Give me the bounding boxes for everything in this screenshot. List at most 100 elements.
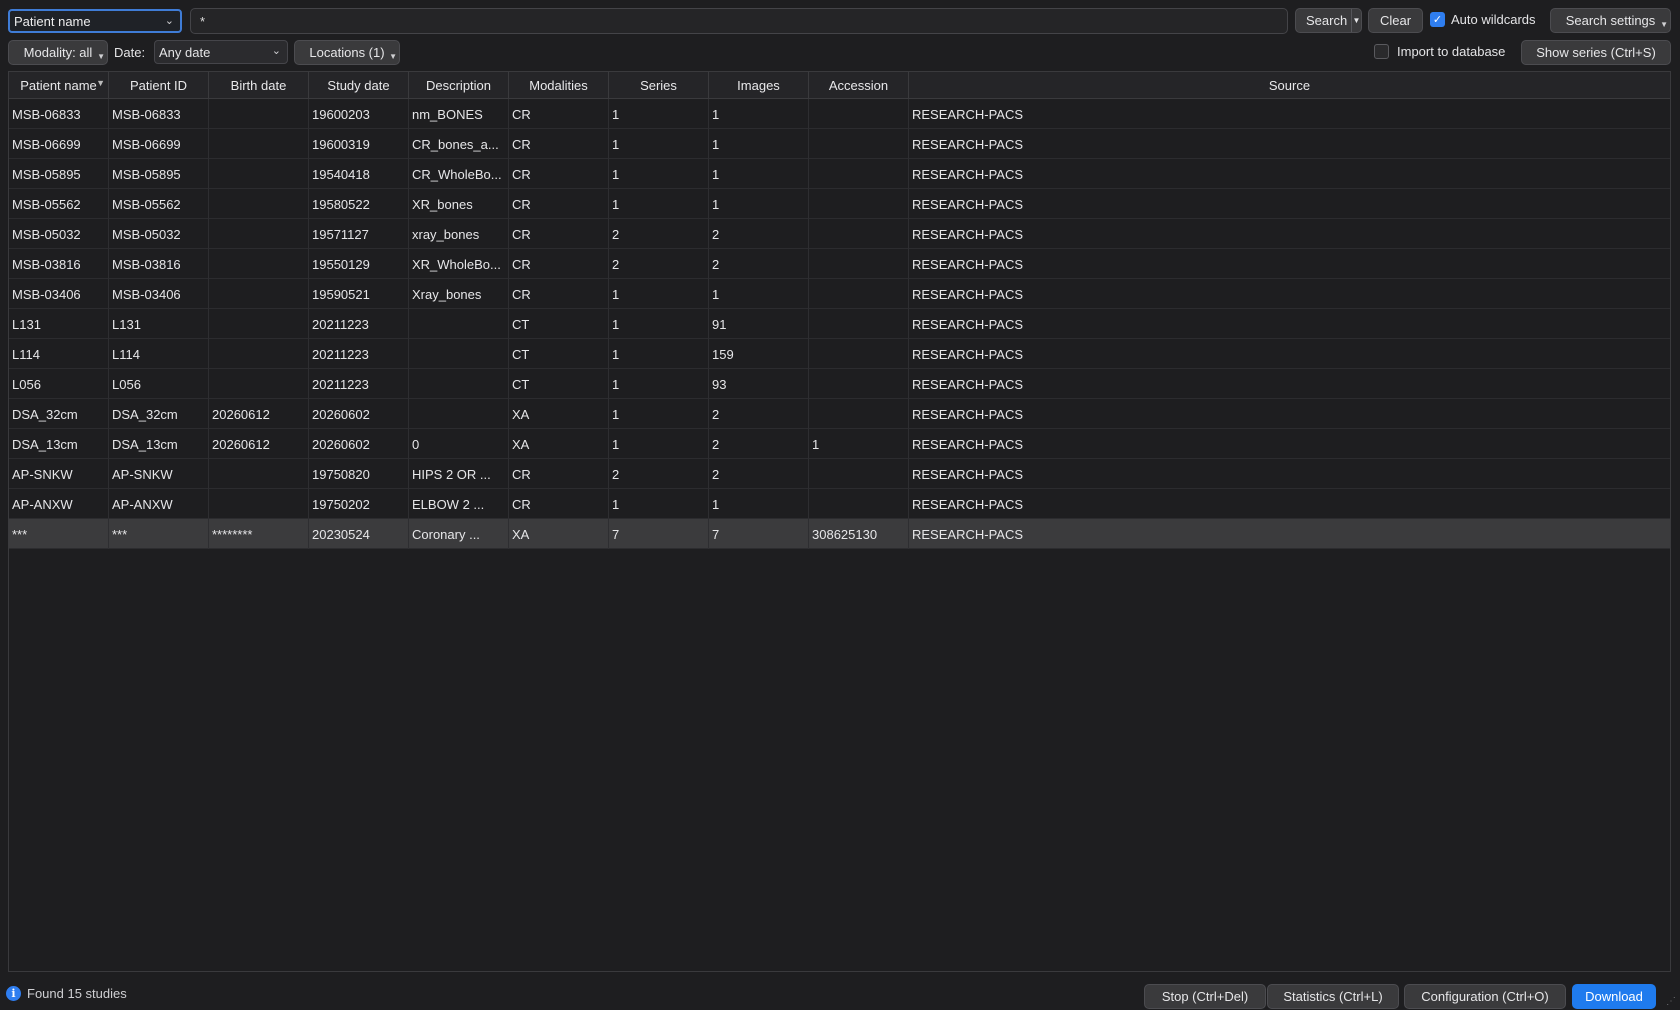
search-button[interactable]: Search ▼ <box>1295 8 1362 33</box>
cell-birth-date: 20260612 <box>209 429 309 459</box>
clear-button[interactable]: Clear <box>1368 8 1423 33</box>
cell-birth-date <box>209 459 309 489</box>
cell-series: 1 <box>609 99 709 129</box>
cell-modalities: CR <box>509 489 609 519</box>
search-field-select[interactable]: Patient name ⌄ <box>8 9 182 33</box>
cell-patient-id: AP-ANXW <box>109 489 209 519</box>
table-row[interactable]: *** *** ******** 20230524 Coronary ... XA 7 7 30… <box>9 519 1670 549</box>
status-message: Found 15 studies <box>27 986 127 1001</box>
table-row[interactable]: L056 L056 20211223 CT 1 93 RESEARCH-PACS <box>9 369 1670 399</box>
date-select[interactable]: Any date ⌄ <box>154 40 288 64</box>
cell-series: 1 <box>609 129 709 159</box>
table-row[interactable]: MSB-03406 MSB-03406 19590521 Xray_bones CR 1 1… <box>9 279 1670 309</box>
cell-accession <box>809 219 909 249</box>
cell-patient-name: MSB-06699 <box>9 129 109 159</box>
import-to-database-toggle[interactable]: Import to database <box>1374 44 1505 59</box>
table-row[interactable]: MSB-05895 MSB-05895 19540418 CR_WholeBo... C… <box>9 159 1670 189</box>
cell-patient-id: MSB-03406 <box>109 279 209 309</box>
column-header-series[interactable]: Series <box>609 72 709 99</box>
table-row[interactable]: L114 L114 20211223 CT 1 159 RESEARCH-PACS <box>9 339 1670 369</box>
cell-modalities: XA <box>509 399 609 429</box>
statistics-button[interactable]: Statistics (Ctrl+L) <box>1267 984 1399 1009</box>
cell-study-date: 20230524 <box>309 519 409 549</box>
configuration-button[interactable]: Configuration (Ctrl+O) <box>1404 984 1566 1009</box>
search-input[interactable]: * <box>190 8 1288 34</box>
cell-patient-id: MSB-03816 <box>109 249 209 279</box>
cell-source: RESEARCH-PACS <box>912 466 1024 482</box>
table-row[interactable]: MSB-05562 MSB-05562 19580522 XR_bones CR 1 1 RE… <box>9 189 1670 219</box>
column-header-label: Source <box>1268 78 1311 93</box>
cell-description <box>409 339 509 369</box>
cell-study-date: 19600319 <box>309 129 409 159</box>
cell-description <box>409 369 509 399</box>
auto-wildcards-toggle[interactable]: ✓ Auto wildcards <box>1430 12 1536 27</box>
cell-images: 91 <box>709 309 809 339</box>
column-header-label: Patient ID <box>129 78 188 93</box>
cell-description: ELBOW 2 ... <box>409 489 509 519</box>
column-header-label: Accession <box>828 78 889 93</box>
table-row[interactable]: AP-ANXW AP-ANXW 19750202 ELBOW 2 ... CR 1 1 RES… <box>9 489 1670 519</box>
cell-images: 1 <box>709 159 809 189</box>
cell-accession <box>809 249 909 279</box>
show-series-button[interactable]: Show series (Ctrl+S) <box>1521 40 1671 65</box>
cell-images: 159 <box>709 339 809 369</box>
auto-wildcards-checkbox[interactable]: ✓ <box>1430 12 1445 27</box>
chevron-down-icon: ▼ <box>389 52 397 61</box>
cell-patient-id: MSB-05032 <box>109 219 209 249</box>
cell-study-date: 20211223 <box>309 369 409 399</box>
show-series-label: Show series (Ctrl+S) <box>1536 45 1656 60</box>
search-dropdown-icon[interactable]: ▼ <box>1351 9 1361 32</box>
cell-birth-date <box>209 369 309 399</box>
stop-button[interactable]: Stop (Ctrl+Del) <box>1144 984 1266 1009</box>
cell-images: 1 <box>709 129 809 159</box>
cell-accession: 308625130 <box>809 519 909 549</box>
cell-patient-id: DSA_32cm <box>109 399 209 429</box>
column-header-patient-id[interactable]: Patient ID <box>109 72 209 99</box>
cell-source: RESEARCH-PACS <box>912 166 1024 182</box>
column-header-modalities[interactable]: Modalities <box>509 72 609 99</box>
studies-table[interactable]: Patient name ▼ Patient ID Birth date Study d… <box>8 71 1671 972</box>
cell-images: 2 <box>709 219 809 249</box>
cell-description: XR_bones <box>409 189 509 219</box>
column-header-accession[interactable]: Accession <box>809 72 909 99</box>
date-label: Date: <box>114 45 146 60</box>
column-header-study-date[interactable]: Study date <box>309 72 409 99</box>
cell-series: 2 <box>609 249 709 279</box>
cell-source: RESEARCH-PACS <box>912 226 1024 242</box>
column-header-patient-name[interactable]: Patient name ▼ <box>9 72 109 99</box>
cell-modalities: CT <box>509 339 609 369</box>
column-header-description[interactable]: Description <box>409 72 509 99</box>
table-row[interactable]: MSB-05032 MSB-05032 19571127 xray_bones CR 2 2… <box>9 219 1670 249</box>
resize-grip-icon[interactable]: ⋰ <box>1666 996 1676 1007</box>
cell-patient-name: L056 <box>9 369 109 399</box>
cell-patient-name: *** <box>9 519 109 549</box>
cell-series: 1 <box>609 369 709 399</box>
table-row[interactable]: DSA_13cm DSA_13cm 20260612 20260602 0 XA 1 2 1 RE… <box>9 429 1670 459</box>
column-header-images[interactable]: Images <box>709 72 809 99</box>
search-button-label: Search <box>1306 13 1348 28</box>
table-row[interactable]: DSA_32cm DSA_32cm 20260612 20260602 XA 1 2 RESE… <box>9 399 1670 429</box>
cell-patient-id: AP-SNKW <box>109 459 209 489</box>
download-button[interactable]: Download <box>1572 984 1656 1009</box>
cell-accession <box>809 279 909 309</box>
table-row[interactable]: L131 L131 20211223 CT 1 91 RESEARCH-PACS <box>9 309 1670 339</box>
column-header-label: Series <box>640 78 677 93</box>
table-body: MSB-06833 MSB-06833 19600203 nm_BONES CR 1 1 RE… <box>9 99 1670 549</box>
column-header-birth-date[interactable]: Birth date <box>209 72 309 99</box>
cell-birth-date: ******** <box>209 519 309 549</box>
import-to-database-checkbox[interactable] <box>1374 44 1389 59</box>
column-header-source[interactable]: Source <box>909 72 1670 99</box>
table-row[interactable]: AP-SNKW AP-SNKW 19750820 HIPS 2 OR ... CR 2 2 R… <box>9 459 1670 489</box>
locations-button[interactable]: Locations (1) ▼ <box>294 40 400 65</box>
table-row[interactable]: MSB-06699 MSB-06699 19600319 CR_bones_a... C… <box>9 129 1670 159</box>
search-settings-button[interactable]: Search settings ▼ <box>1550 8 1671 33</box>
table-row[interactable]: MSB-06833 MSB-06833 19600203 nm_BONES CR 1 1 RE… <box>9 99 1670 129</box>
column-header-label: Study date <box>327 78 390 93</box>
cell-series: 1 <box>609 399 709 429</box>
cell-accession <box>809 159 909 189</box>
cell-description: nm_BONES <box>409 99 509 129</box>
cell-modalities: CR <box>509 159 609 189</box>
modality-filter-button[interactable]: Modality: all ▼ <box>8 40 108 65</box>
table-row[interactable]: MSB-03816 MSB-03816 19550129 XR_WholeBo... C… <box>9 249 1670 279</box>
cell-patient-name: AP-SNKW <box>9 459 109 489</box>
